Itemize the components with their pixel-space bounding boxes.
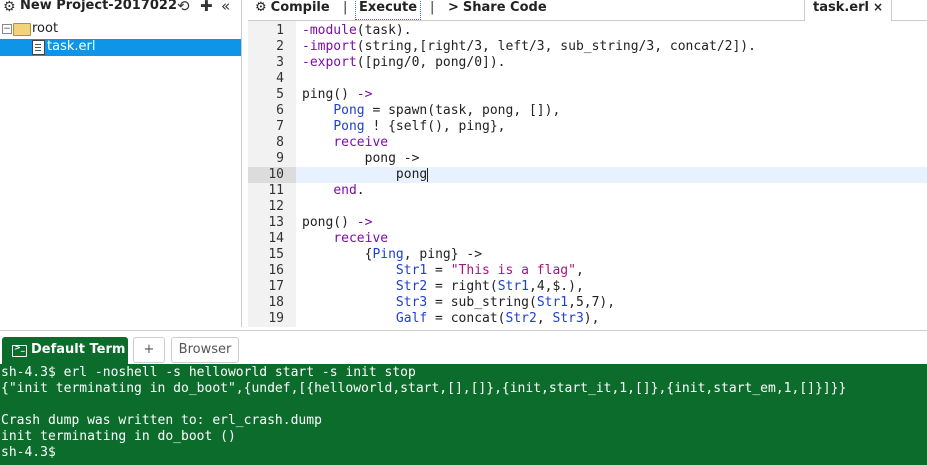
tab-label: Default Term: [31, 342, 126, 357]
line-number: 10: [248, 167, 296, 183]
add-terminal-button[interactable]: +: [133, 337, 165, 363]
terminal-line: sh-4.3$: [1, 445, 56, 460]
tree-item-task-erl[interactable]: task.erl: [0, 39, 241, 56]
line-number: 3: [276, 55, 284, 70]
code-line[interactable]: 8 receive: [248, 135, 927, 151]
line-number: 19: [268, 311, 284, 326]
code-text: Str1 = "This is a flag",: [395, 263, 584, 278]
code-line[interactable]: 6 Pong = spawn(task, pong, []),: [248, 103, 927, 119]
code-text: Pong ! {self(), ping},: [333, 119, 506, 134]
terminal-tab-bar: Default Term + Browser: [0, 330, 927, 365]
code-line[interactable]: 2 -import(string,[right/3, left/3, sub_st…: [248, 39, 927, 55]
project-title: New Project-2017022: [20, 0, 178, 13]
toolbar: ⚙ Compile | Execute | > Share Code task.er…: [248, 0, 927, 21]
code-text: Pong = spawn(task, pong, []),: [333, 103, 561, 118]
line-number: 2: [276, 39, 284, 54]
line-number: 16: [268, 263, 284, 278]
code-text: Str2 = right(Str1,4,$.),: [395, 279, 584, 294]
line-number: 7: [276, 119, 284, 134]
code-line[interactable]: 11 end.: [248, 183, 927, 199]
line-number: 4: [276, 71, 284, 86]
line-number: 9: [276, 151, 284, 166]
folder-icon: [13, 23, 31, 36]
line-number: 18: [268, 295, 284, 310]
close-icon[interactable]: ×: [873, 0, 883, 14]
tab-label: task.erl: [813, 0, 869, 15]
gear-icon: ⚙: [255, 0, 267, 15]
share-code-label: Share Code: [462, 0, 547, 15]
collapse-icon[interactable]: «: [221, 0, 231, 15]
refresh-icon[interactable]: ⟲: [177, 0, 190, 15]
code-line[interactable]: 18 Str3 = sub_string(Str1,5,7),: [248, 295, 927, 311]
line-number: 12: [268, 199, 284, 214]
chevron-right-icon: >: [448, 0, 459, 15]
line-number: 11: [268, 183, 284, 198]
collapse-toggle-icon[interactable]: −: [2, 24, 12, 34]
code-line[interactable]: 19 Galf = concat(Str2, Str3),: [248, 311, 927, 327]
line-number: 17: [268, 279, 284, 294]
code-text: -module(task).: [302, 23, 412, 38]
code-line[interactable]: 10 pong: [248, 167, 927, 183]
tab-task-erl[interactable]: task.erl ×: [804, 0, 893, 21]
tab-default-term[interactable]: Default Term: [2, 337, 128, 364]
line-number: 6: [276, 103, 284, 118]
code-text: end.: [333, 183, 365, 198]
terminal-line: init terminating in do_boot (): [1, 429, 236, 444]
code-text: pong ->: [302, 151, 420, 166]
code-line[interactable]: 4: [248, 71, 927, 87]
code-text: receive: [333, 135, 389, 150]
tree-item-root[interactable]: − root: [0, 21, 241, 38]
code-line[interactable]: 3 -export([ping/0, pong/0]).: [248, 55, 927, 71]
code-text: pong() ->: [302, 215, 373, 230]
line-number: 5: [276, 87, 284, 102]
terminal-icon: [12, 343, 27, 357]
file-icon: [32, 40, 45, 55]
compile-label: Compile: [270, 0, 330, 15]
tab-browser[interactable]: Browser: [171, 337, 239, 363]
project-panel: ⚙ New Project-2017022 ⟲ ✚ « − root task.…: [0, 0, 242, 327]
toolbar-separator: |: [343, 0, 348, 15]
code-editor[interactable]: 1 -module(task). 2 -import(string,[right/3,…: [248, 21, 927, 327]
terminal-output[interactable]: sh-4.3$ erl -noshell -s helloworld start…: [0, 364, 927, 465]
terminal-line: Crash dump was written to: erl_crash.dum…: [1, 413, 322, 428]
terminal-line: {"init terminating in do_boot",{undef,[{…: [1, 381, 847, 396]
text-cursor: [427, 167, 429, 182]
line-number: 14: [268, 231, 284, 246]
compile-button[interactable]: ⚙ Compile: [255, 0, 330, 15]
tree-item-label: root: [32, 21, 59, 36]
code-text: Str3 = sub_string(Str1,5,7),: [395, 295, 616, 310]
tree-item-label: task.erl: [47, 39, 96, 54]
code-text: -export([ping/0, pong/0]).: [302, 55, 506, 70]
code-text: Galf = concat(Str2, Str3),: [395, 311, 600, 326]
code-line[interactable]: 9 pong ->: [248, 151, 927, 167]
share-code-button[interactable]: > Share Code: [448, 0, 547, 15]
code-line[interactable]: 13 pong() ->: [248, 215, 927, 231]
line-number: 13: [268, 215, 284, 230]
code-line[interactable]: 15 {Ping, ping} ->: [248, 247, 927, 263]
plus-icon[interactable]: ✚: [200, 0, 213, 15]
code-text: -import(string,[right/3, left/3, sub_str…: [302, 39, 756, 54]
toolbar-separator: |: [430, 0, 435, 15]
project-header: ⚙ New Project-2017022 ⟲ ✚ «: [0, 0, 241, 17]
terminal-line: sh-4.3$ erl -noshell -s helloworld start…: [1, 365, 416, 380]
execute-button[interactable]: Execute: [355, 0, 422, 20]
code-text: receive: [333, 231, 389, 246]
code-line[interactable]: 7 Pong ! {self(), ping},: [248, 119, 927, 135]
code-line[interactable]: 14 receive: [248, 231, 927, 247]
code-line[interactable]: 1 -module(task).: [248, 23, 927, 39]
code-line[interactable]: 12: [248, 199, 927, 215]
line-number: 15: [268, 247, 284, 262]
code-line[interactable]: 16 Str1 = "This is a flag",: [248, 263, 927, 279]
code-text: pong: [302, 167, 429, 182]
code-text: ping() ->: [302, 87, 373, 102]
code-line[interactable]: 17 Str2 = right(Str1,4,$.),: [248, 279, 927, 295]
gear-icon[interactable]: ⚙: [3, 0, 16, 15]
line-number: 1: [276, 23, 284, 38]
line-number: 8: [276, 135, 284, 150]
code-text: {Ping, ping} ->: [302, 247, 483, 262]
code-line[interactable]: 5 ping() ->: [248, 87, 927, 103]
